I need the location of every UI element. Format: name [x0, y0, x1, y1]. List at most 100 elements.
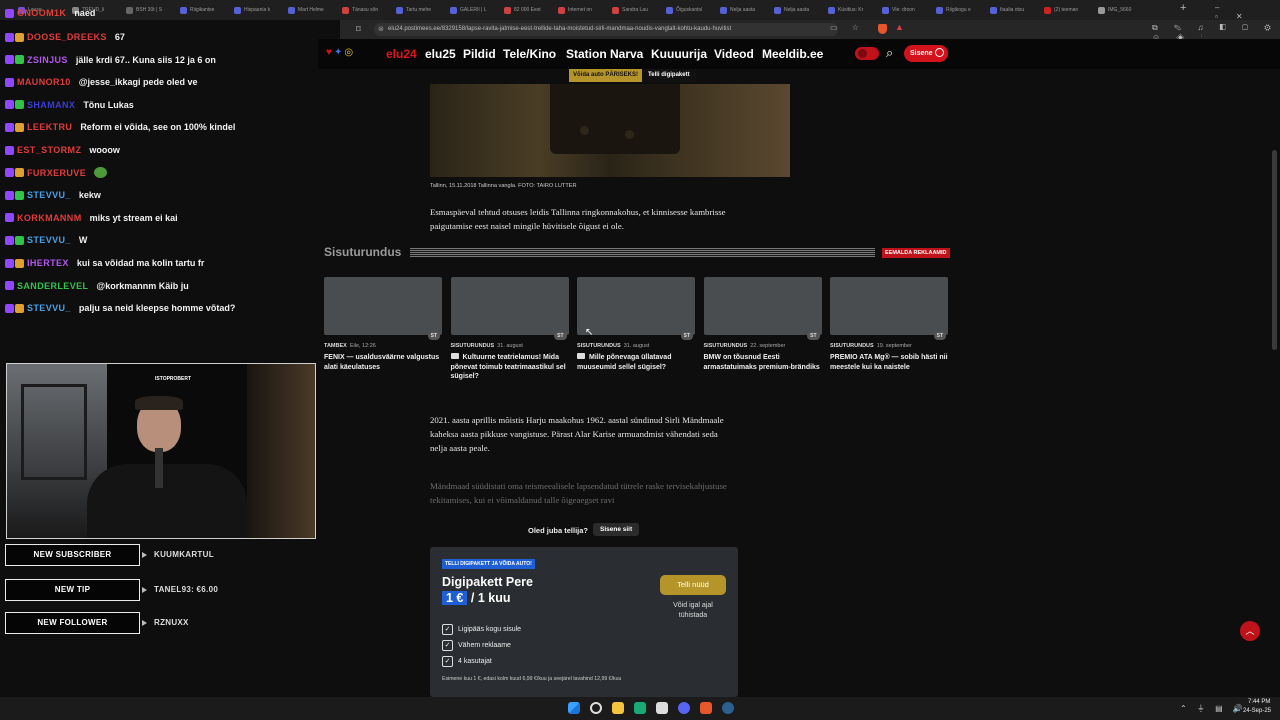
tab-label: Vle: droon [892, 7, 915, 13]
brave-rewards-icon[interactable]: ▲ [895, 22, 904, 32]
browser-tab[interactable]: Riigikogu e [936, 2, 986, 18]
nav-videod[interactable]: Videod [714, 47, 754, 61]
steam-icon[interactable] [722, 702, 734, 714]
browser-tab[interactable]: BSH 30t | S [126, 2, 176, 18]
card-title[interactable]: FENIX — usaldusväärne valgustus alati kä… [324, 353, 442, 372]
new-tab-button[interactable]: + [1180, 2, 1186, 14]
fine-print: Esimene kuu 1 €, edasi kolm kuud 6,99 €/… [442, 676, 622, 682]
tab-favicon-icon [288, 6, 295, 14]
browser-tab[interactable]: GALERII | L [450, 2, 500, 18]
extension-icons[interactable]: ▭ ☆ [830, 23, 865, 32]
browser-tab[interactable]: Hispaania k [234, 2, 284, 18]
card-badge: ST [427, 332, 440, 340]
card-title[interactable]: PREMIO ATA Mg® — sobib hästi nii meestel… [830, 353, 948, 372]
promo-left[interactable]: Võida auto PÄRISEKS! [569, 69, 643, 82]
sponsored-card[interactable]: ST SISUTURUNDUS 31. august Mille põnevaga ü… [577, 277, 695, 372]
browser-tab[interactable]: Internet on [558, 2, 608, 18]
windows-start-icon[interactable] [568, 702, 580, 714]
site-info-icon[interactable]: ⊜ [378, 23, 384, 36]
chat-username[interactable]: STEVVU_ [27, 303, 71, 313]
chat-username[interactable]: DOOSE_DREEKS [27, 32, 107, 42]
nav-meeldib[interactable]: Meeldib.ee [762, 47, 823, 61]
chat-username[interactable]: LEEKTRU [27, 122, 72, 132]
browser-tab[interactable]: Küsitlus: Kr [828, 2, 878, 18]
browser-tab[interactable]: Itaalia otsu [990, 2, 1040, 18]
chat-username[interactable]: EST_STORMZ [17, 145, 81, 155]
brave-browser-icon[interactable] [700, 702, 712, 714]
brave-shield-icon[interactable] [878, 24, 887, 34]
login-label: Sisene [910, 50, 933, 57]
browser-tab[interactable]: Vle: droon [882, 2, 932, 18]
subscribe-button[interactable]: Telli nüüd [660, 575, 726, 595]
browser-tab[interactable]: Tartu mehe [396, 2, 446, 18]
tab-favicon-icon [828, 6, 835, 14]
clock-date[interactable]: 24-Sep-25 [1243, 708, 1271, 714]
sponsored-card[interactable]: ST TAMBEX Eile, 12:26 FENIX — usaldusväärne… [324, 277, 442, 372]
nav-elu24[interactable]: elu24 [386, 47, 417, 61]
nav-tele-kino[interactable]: Tele/Kino [503, 47, 556, 61]
browser-tab[interactable]: 82 000 Eest [504, 2, 554, 18]
chat-username[interactable]: MAUNOR10 [17, 77, 71, 87]
chat-username[interactable]: FURXERUVE [27, 168, 86, 178]
price-period: / 1 kuu [470, 591, 511, 605]
system-tray-icons[interactable]: ⌃ ⏚ ▤ 🔊 [1180, 703, 1247, 714]
clock-time[interactable]: 7:44 PM [1248, 699, 1270, 705]
nav-station-narva[interactable]: Station Narva [566, 47, 643, 61]
login-here-button[interactable]: Sisene siit [593, 523, 640, 536]
chat-username[interactable]: STEVVU_ [27, 190, 71, 200]
chat-username[interactable]: SHAMANX [27, 100, 75, 110]
scroll-to-top-button[interactable]: ︿ [1240, 621, 1260, 641]
app-icon-green[interactable] [634, 702, 646, 714]
card-title[interactable]: BMW on tõusnud Eesti armastatuimaks prem… [704, 353, 822, 372]
chat-username[interactable]: KORKMANNM [17, 213, 82, 223]
page-scrollbar[interactable] [1272, 150, 1277, 350]
card-thumbnail[interactable]: ST [830, 277, 948, 340]
feature-3: ✓ 4 kasutajat [442, 656, 492, 667]
browser-tab[interactable]: (2) teeman [1044, 2, 1094, 18]
card-source: SISUTURUNDUS [577, 343, 621, 349]
chat-badge-icons [5, 235, 24, 245]
login-button[interactable]: Sisene [904, 45, 948, 62]
chat-username[interactable]: IHERTEX [27, 258, 69, 268]
sponsored-card[interactable]: ST SISUTURUNDUS 19. september PREMIO ATA Mg… [830, 277, 948, 372]
chat-username[interactable]: SANDERLEVEL [17, 281, 88, 291]
minimize-icon[interactable]: – [1215, 3, 1237, 12]
nav-kuuuurija[interactable]: Kuuuurija [651, 47, 707, 61]
taskbar-search-icon[interactable] [590, 702, 602, 714]
nav-elu25[interactable]: elu25 [425, 47, 456, 61]
url-field[interactable]: ⊜ elu24.postimees.ee/8329158/lapse-ravit… [374, 23, 838, 36]
chat-message: MAUNOR10 @jesse_ikkagi pede oled ve [5, 74, 198, 90]
card-thumbnail[interactable]: ST [577, 277, 695, 340]
card-thumbnail[interactable]: ST [703, 277, 822, 340]
chat-username[interactable]: ZSINJUS [27, 55, 68, 65]
browser-tab[interactable]: Mart Helme [288, 2, 338, 18]
card-title[interactable]: Kultuurne teatrielamus! Mida põnevat toi… [450, 353, 569, 382]
alert-label-box: NEW SUBSCRIBER [5, 544, 140, 566]
chat-username[interactable]: GNOOM1K [17, 8, 66, 18]
discord-icon[interactable] [678, 702, 690, 714]
card-title[interactable]: Mille põnevaga üllatavad muuseumid selle… [577, 353, 695, 372]
browser-tab[interactable]: Nelja aasta [720, 2, 770, 18]
theme-toggle[interactable] [855, 47, 879, 60]
search-icon[interactable]: ⌕ [886, 45, 893, 61]
address-bar-row: ⌑ ⊜ elu24.postimees.ee/8329158/lapse-rav… [340, 20, 1280, 42]
nav-pildid[interactable]: Pildid [463, 47, 496, 61]
app-icon-white[interactable] [656, 702, 668, 714]
promo-right[interactable]: Telli digipakett [642, 69, 696, 82]
chat-text: Tõnu Lukas [83, 99, 134, 110]
browser-tab[interactable]: Tänasu sõn [342, 2, 392, 18]
browser-tab[interactable]: Nelja aasta [774, 2, 824, 18]
chat-username[interactable]: STEVVU_ [27, 235, 71, 245]
card-thumbnail[interactable]: ST [324, 277, 442, 340]
remove-ads-button[interactable]: EEMALDA REKLAAMID [882, 248, 950, 258]
bookmark-icon[interactable]: ⌑ [356, 24, 361, 35]
card-thumbnail[interactable]: ST [450, 277, 569, 340]
browser-tab[interactable]: IMG_5660 [1098, 2, 1148, 18]
browser-tab[interactable]: Riigikantse [180, 2, 230, 18]
sponsored-card[interactable]: ST SISUTURUNDUS 31. august Kultuurne teatri… [450, 277, 569, 382]
sponsored-card[interactable]: ST SISUTURUNDUS 22. september BMW on tõusnu… [703, 277, 822, 372]
browser-tab[interactable]: Õiguskantsl [666, 2, 716, 18]
browser-tab[interactable]: Sandra Lau [612, 2, 662, 18]
file-explorer-icon[interactable] [612, 702, 624, 714]
promo-bar[interactable]: Võida auto PÄRISEKS! Telli digipakett [569, 69, 696, 82]
